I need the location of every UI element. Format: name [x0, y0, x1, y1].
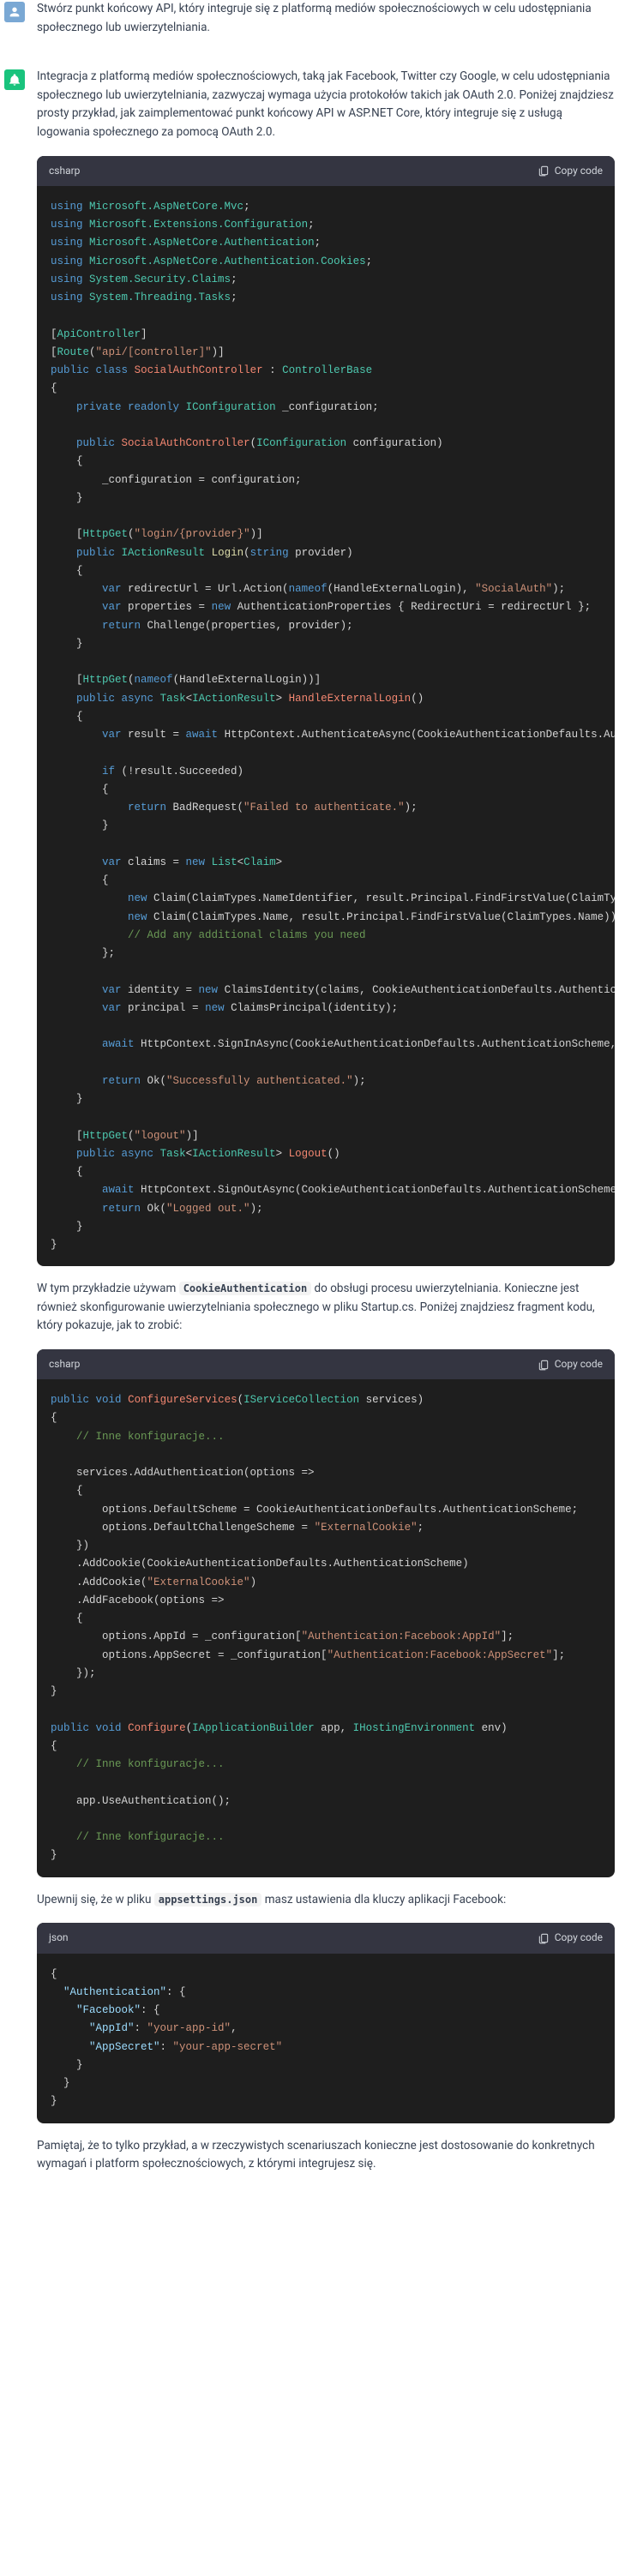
text-segment: W tym przykładzie używam — [37, 1282, 179, 1295]
code-lang-label: csharp — [49, 1356, 80, 1372]
code-body-2[interactable]: public void ConfigureServices(IServiceCo… — [37, 1379, 615, 1877]
text-segment: masz ustawienia dla kluczy aplikacji Fac… — [261, 1893, 506, 1906]
user-message-row: Stwórz punkt końcowy API, który integruj… — [0, 0, 619, 51]
user-prompt-text: Stwórz punkt końcowy API, który integruj… — [37, 0, 615, 37]
code-header-3: json Copy code — [37, 1923, 615, 1953]
copy-code-label: Copy code — [555, 1356, 603, 1372]
user-avatar — [4, 2, 25, 22]
clipboard-icon — [538, 1932, 550, 1944]
code-lang-label: json — [49, 1930, 69, 1946]
user-icon — [8, 5, 21, 19]
inline-code-cookieauth: CookieAuthentication — [179, 1282, 312, 1295]
assistant-avatar — [4, 69, 25, 90]
copy-code-label: Copy code — [555, 1930, 603, 1946]
assistant-intro-text: Integracja z platformą mediów społecznoś… — [37, 68, 615, 141]
copy-code-button-3[interactable]: Copy code — [538, 1930, 603, 1946]
code-block-1: csharp Copy code using Microsoft.AspNetC… — [37, 156, 615, 1267]
assistant-outro-text: Pamiętaj, że to tylko przykład, a w rzec… — [37, 2137, 615, 2174]
assistant-message-content: Integracja z platformą mediów społecznoś… — [37, 68, 615, 2188]
assistant-middle2-text: Upewnij się, że w pliku appsettings.json… — [37, 1891, 615, 1910]
copy-code-label: Copy code — [555, 163, 603, 179]
code-body-1[interactable]: using Microsoft.AspNetCore.Mvc; using Mi… — [37, 186, 615, 1267]
assistant-middle1-text: W tym przykładzie używam CookieAuthentic… — [37, 1280, 615, 1336]
assistant-message-row: Integracja z platformą mediów społecznoś… — [0, 68, 619, 2188]
clipboard-icon — [538, 165, 550, 177]
code-block-2: csharp Copy code public void ConfigureSe… — [37, 1349, 615, 1877]
copy-code-button-1[interactable]: Copy code — [538, 163, 603, 179]
clipboard-icon — [538, 1359, 550, 1371]
code-body-3[interactable]: { "Authentication": { "Facebook": { "App… — [37, 1954, 615, 2123]
user-message-content: Stwórz punkt końcowy API, który integruj… — [37, 0, 615, 51]
inline-code-appsettings: appsettings.json — [154, 1893, 262, 1906]
code-block-3: json Copy code { "Authentication": { "Fa… — [37, 1923, 615, 2123]
code-lang-label: csharp — [49, 163, 80, 179]
code-header-1: csharp Copy code — [37, 156, 615, 186]
copy-code-button-2[interactable]: Copy code — [538, 1356, 603, 1372]
text-segment: Upewnij się, że w pliku — [37, 1893, 154, 1906]
code-header-2: csharp Copy code — [37, 1349, 615, 1379]
assistant-icon — [8, 73, 21, 87]
